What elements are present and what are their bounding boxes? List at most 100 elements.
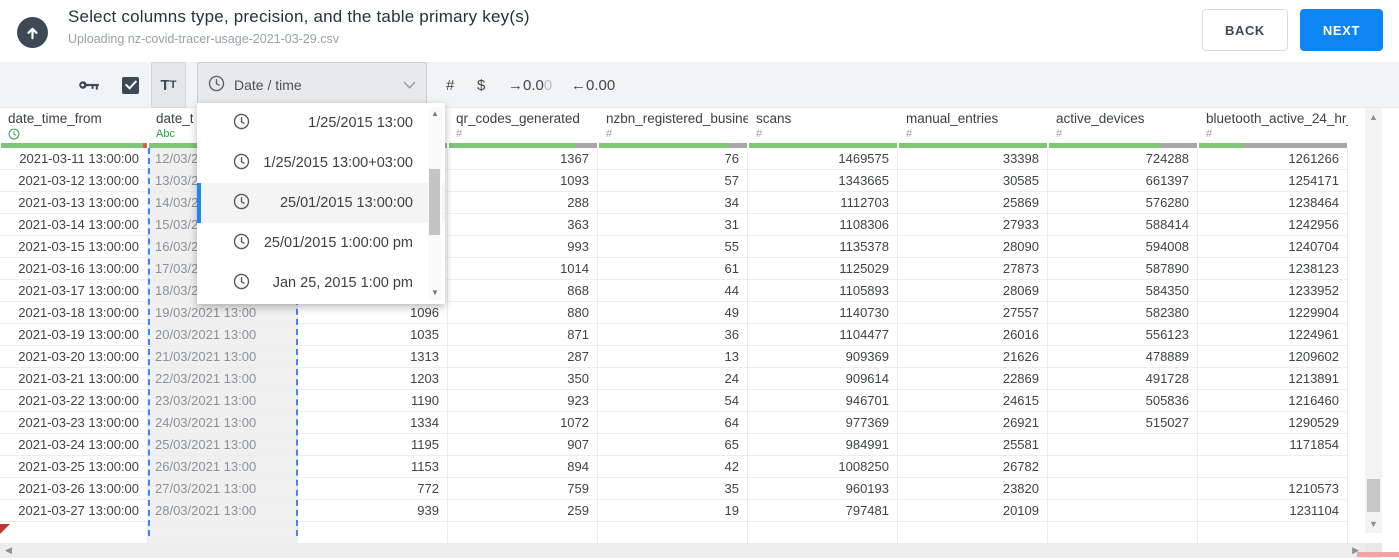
table-cell: 1242956 <box>1198 214 1348 236</box>
dropdown-item[interactable]: 25/01/2015 13:00:00 <box>197 183 445 223</box>
table-cell: 2021-03-12 13:00:00 <box>0 170 148 192</box>
table-cell: 1104477 <box>748 324 898 346</box>
next-button[interactable]: NEXT <box>1299 9 1383 51</box>
table-cell: 1216460 <box>1198 390 1348 412</box>
column-name: date_time_from <box>8 111 102 126</box>
text-type-button[interactable]: TT <box>151 62 186 108</box>
checkbox-checked[interactable] <box>122 76 139 94</box>
column-header-qr_codes_generated[interactable]: qr_codes_generated # <box>448 108 598 148</box>
table-cell: 20109 <box>898 500 1048 522</box>
table-cell: 13 <box>598 346 748 368</box>
table-cell: 2021-03-18 13:00:00 <box>0 302 148 324</box>
table-cell: 1093 <box>448 170 598 192</box>
table-cell: 576280 <box>1048 192 1198 214</box>
column-header-manual_entries[interactable]: manual_entries # <box>898 108 1048 148</box>
table-cell: 1229904 <box>1198 302 1348 324</box>
page-title: Select columns type, precision, and the … <box>68 7 530 26</box>
currency-type-button[interactable]: $ <box>477 62 485 108</box>
table-cell: 1213891 <box>1198 368 1348 390</box>
horizontal-scrollbar[interactable]: ◀ ▶ <box>0 543 1365 558</box>
table-cell: 49 <box>598 302 748 324</box>
table-cell: 1254171 <box>1198 170 1348 192</box>
dropdown-scroll-up-arrow[interactable]: ▲ <box>428 109 442 119</box>
column-header-scans[interactable]: scans # <box>748 108 898 148</box>
table-cell: 27557 <box>898 302 1048 324</box>
dropdown-item[interactable]: 1/25/2015 13:00 <box>197 103 445 143</box>
text-type-label-small: T <box>169 79 177 91</box>
column-header-bluetooth_active_24_hr_[interactable]: bluetooth_active_24_hr_ # <box>1198 108 1348 148</box>
table-cell: 24 <box>598 368 748 390</box>
column-quality-bar <box>749 143 897 148</box>
type-format-select[interactable]: Date / time <box>197 62 427 108</box>
table-row: 2021-03-21 13:00:00 22/03/2021 13:00 1203 3… <box>0 368 1348 390</box>
scroll-down-arrow[interactable]: ▼ <box>1365 518 1382 530</box>
table-cell: 2021-03-20 13:00:00 <box>0 346 148 368</box>
table-cell: 25869 <box>898 192 1048 214</box>
upload-icon <box>17 17 48 48</box>
dropdown-item[interactable]: 1/25/2015 13:00+03:00 <box>197 143 445 183</box>
column-header-nzbn_registered_busine[interactable]: nzbn_registered_busine # <box>598 108 748 148</box>
table-cell: 25581 <box>898 434 1048 456</box>
column-header-date_time_from[interactable]: date_time_from <box>0 108 148 148</box>
column-quality-bar <box>599 143 747 148</box>
decimal-decrease-button[interactable]: →0.0 0 <box>508 62 552 108</box>
table-cell: 939 <box>298 500 448 522</box>
table-cell: 1153 <box>298 456 448 478</box>
table-cell: 880 <box>448 302 598 324</box>
dropdown-scrollbar[interactable]: ▲ ▼ <box>428 107 442 300</box>
column-header-active_devices[interactable]: active_devices # <box>1048 108 1198 148</box>
table-cell: 505836 <box>1048 390 1198 412</box>
table-cell <box>1048 500 1198 522</box>
clock-icon <box>208 75 225 95</box>
table-row: 2021-03-24 13:00:00 25/03/2021 13:00 1195 9… <box>0 434 1348 456</box>
table-row: 2021-03-25 13:00:00 26/03/2021 13:00 1153 8… <box>0 456 1348 478</box>
table-row: 2021-03-26 13:00:00 27/03/2021 13:00 772 75… <box>0 478 1348 500</box>
column-quality-bar <box>449 143 597 148</box>
table-cell: 491728 <box>1048 368 1198 390</box>
dropdown-item[interactable]: 25/01/2015 1:00:00 pm <box>197 223 445 263</box>
table-cell: 1469575 <box>748 148 898 170</box>
column-name: scans <box>756 111 792 126</box>
table-cell <box>448 522 598 544</box>
table-cell: 1334 <box>298 412 448 434</box>
scroll-left-arrow[interactable]: ◀ <box>5 544 12 557</box>
table-cell: 24/03/2021 13:00 <box>148 412 298 434</box>
table-cell: 76 <box>598 148 748 170</box>
table-cell: 1313 <box>298 346 448 368</box>
table-cell: 1072 <box>448 412 598 434</box>
back-button[interactable]: BACK <box>1201 9 1288 51</box>
table-cell: 28/03/2021 13:00 <box>148 500 298 522</box>
vertical-scrollbar[interactable]: ▲ ▼ <box>1365 108 1382 533</box>
table-cell <box>1048 522 1198 544</box>
table-cell: 1210573 <box>1198 478 1348 500</box>
column-quality-bar <box>1049 143 1197 148</box>
table-cell <box>748 522 898 544</box>
vertical-scroll-thumb[interactable] <box>1367 479 1380 512</box>
table-cell: 2021-03-11 13:00:00 <box>0 148 148 170</box>
decimal-decrease-label: →0.0 <box>508 76 544 94</box>
include-column-checkbox[interactable] <box>122 62 139 108</box>
table-cell: 23820 <box>898 478 1048 500</box>
clock-icon <box>233 233 250 254</box>
dropdown-scroll-down-arrow[interactable]: ▼ <box>428 288 442 298</box>
table-cell: 44 <box>598 280 748 302</box>
table-cell: 2021-03-24 13:00:00 <box>0 434 148 456</box>
number-type-icon: # <box>1056 128 1063 140</box>
table-cell: 909614 <box>748 368 898 390</box>
table-cell: 1238464 <box>1198 192 1348 214</box>
primary-key-icon[interactable] <box>78 62 101 108</box>
page-subtitle: Uploading nz-covid-tracer-usage-2021-03-… <box>68 32 339 46</box>
table-cell: 2021-03-27 13:00:00 <box>0 500 148 522</box>
table-cell: 894 <box>448 456 598 478</box>
number-type-button[interactable]: # <box>446 62 454 108</box>
table-cell: 363 <box>448 214 598 236</box>
table-cell: 25/03/2021 13:00 <box>148 434 298 456</box>
table-cell: 65 <box>598 434 748 456</box>
scroll-up-arrow[interactable]: ▲ <box>1365 111 1382 123</box>
table-cell <box>0 522 148 544</box>
table-cell: 1290529 <box>1198 412 1348 434</box>
dropdown-item[interactable]: Jan 25, 2015 1:00 pm <box>197 263 445 303</box>
decimal-increase-button[interactable]: ←0.00 <box>571 62 615 108</box>
text-type-label: T <box>160 76 170 94</box>
dropdown-scroll-thumb[interactable] <box>429 169 440 235</box>
